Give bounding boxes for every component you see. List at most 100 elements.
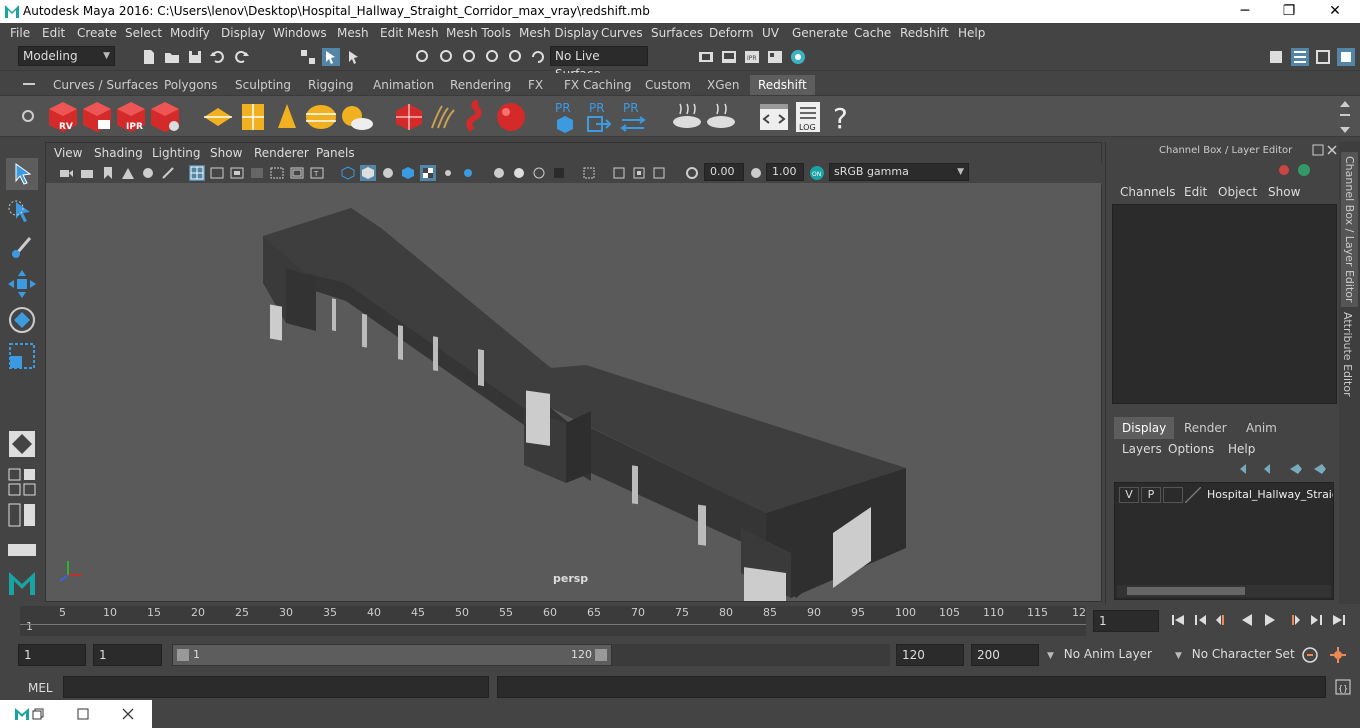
viewport-menu-shading[interactable]: Shading <box>94 146 143 160</box>
globe-icon[interactable] <box>1296 162 1312 178</box>
redshift-batch-render-icon[interactable] <box>80 100 114 134</box>
resolution-gate-icon[interactable] <box>229 165 245 181</box>
shelf-scroll-icon[interactable] <box>1338 98 1352 136</box>
hypershade-icon[interactable] <box>789 48 807 66</box>
snap-surface-icon[interactable] <box>506 48 524 66</box>
menu-edit-mesh[interactable]: Edit Mesh <box>380 26 439 40</box>
snap-curve-icon[interactable] <box>437 48 455 66</box>
tab-custom[interactable]: Custom <box>645 75 691 95</box>
redshift-render-view-icon[interactable]: RV <box>46 100 80 134</box>
smooth-shade-icon[interactable] <box>360 165 376 181</box>
screen-space-ao-icon[interactable] <box>460 165 476 181</box>
gamma-field[interactable]: 1.00 <box>766 163 804 181</box>
tab-animation[interactable]: Animation <box>373 75 434 95</box>
command-input[interactable] <box>63 676 489 698</box>
redshift-render-settings-icon[interactable] <box>148 100 182 134</box>
new-layer-selected-icon[interactable] <box>1312 462 1328 476</box>
layout-toggle-icon[interactable] <box>6 540 38 560</box>
hud-icon[interactable] <box>651 165 667 181</box>
depth-of-field-icon[interactable] <box>531 165 547 181</box>
layer-menu-help[interactable]: Help <box>1228 442 1255 456</box>
show-manipulator-icon[interactable] <box>6 428 38 460</box>
redshift-bake-icon[interactable] <box>670 102 704 132</box>
tab-curves-surfaces[interactable]: Curves / Surfaces <box>53 75 158 95</box>
range-start-handle[interactable] <box>177 649 189 661</box>
go-to-end-icon[interactable] <box>1331 612 1347 628</box>
animation-preferences-icon[interactable] <box>1328 645 1348 665</box>
menu-help[interactable]: Help <box>958 26 985 40</box>
redshift-volume-icon[interactable] <box>464 100 494 134</box>
menu-deform[interactable]: Deform <box>709 26 754 40</box>
gamma-icon[interactable] <box>748 165 764 181</box>
tab-rigging[interactable]: Rigging <box>308 75 353 95</box>
redshift-help-icon[interactable]: ? <box>830 100 854 134</box>
select-by-object-icon[interactable] <box>322 48 340 66</box>
lasso-tool-icon[interactable] <box>6 196 38 228</box>
layer-visibility-toggle[interactable]: V <box>1119 487 1139 503</box>
current-frame-field[interactable]: 1 <box>1093 610 1159 632</box>
attribute-editor-toggle-icon[interactable] <box>1337 48 1355 66</box>
3d-viewport[interactable]: persp <box>46 183 1101 601</box>
redshift-ipr-icon[interactable]: IPR <box>114 100 148 134</box>
menu-edit[interactable]: Edit <box>42 26 65 40</box>
shelf-gear-icon[interactable] <box>20 108 36 124</box>
menu-modify[interactable]: Modify <box>170 26 210 40</box>
script-editor-icon[interactable]: {} <box>1334 678 1352 696</box>
use-all-lights-icon[interactable] <box>420 165 436 181</box>
redshift-ies-light-icon[interactable] <box>272 102 302 132</box>
layer-list-scrollbar[interactable] <box>1117 585 1331 597</box>
anim-layer-dropdown[interactable]: ▼ No Anim Layer <box>1043 644 1163 666</box>
scale-tool-icon[interactable] <box>6 340 38 372</box>
color-space-dropdown[interactable]: sRGB gamma ▼ <box>829 163 969 181</box>
layer-menu-options[interactable]: Options <box>1168 442 1214 456</box>
tab-polygons[interactable]: Polygons <box>164 75 217 95</box>
xray-joints-icon[interactable] <box>611 165 627 181</box>
grease-pencil-icon[interactable] <box>160 165 176 181</box>
step-forward-key-icon[interactable] <box>1285 612 1301 628</box>
snap-view-plane-icon[interactable] <box>483 48 501 66</box>
multisample-aa-icon[interactable] <box>511 165 527 181</box>
tab-sculpting[interactable]: Sculpting <box>235 75 291 95</box>
restore-icon[interactable] <box>32 708 44 720</box>
tab-anim[interactable]: Anim <box>1238 417 1285 439</box>
menu-file[interactable]: File <box>10 26 30 40</box>
channel-box-toggle-icon[interactable] <box>1291 48 1309 66</box>
close-icon[interactable] <box>122 708 134 720</box>
select-by-component-icon[interactable] <box>345 48 363 66</box>
playback-end-field[interactable]: 120 <box>896 644 964 666</box>
live-surface-field[interactable]: No Live Surface <box>550 46 648 81</box>
shadows-icon[interactable] <box>440 165 456 181</box>
open-scene-icon[interactable] <box>163 48 181 66</box>
tab-render[interactable]: Render <box>1176 417 1235 439</box>
redshift-sun-sky-icon[interactable] <box>338 102 374 132</box>
redshift-hair-icon[interactable] <box>428 102 460 132</box>
redshift-log-icon[interactable]: LOG <box>792 100 824 134</box>
tool-settings-toggle-icon[interactable] <box>1314 48 1332 66</box>
step-forward-icon[interactable] <box>1308 612 1324 628</box>
redshift-portal-light-icon[interactable] <box>238 102 268 132</box>
tab-xgen[interactable]: XGen <box>707 75 740 95</box>
side-tab-channel-box[interactable]: Channel Box / Layer Editor <box>1341 152 1358 307</box>
select-tool-icon[interactable] <box>6 158 38 190</box>
channel-box-menu-channels[interactable]: Channels <box>1120 185 1176 199</box>
menu-curves[interactable]: Curves <box>601 26 643 40</box>
mel-label[interactable]: MEL <box>28 681 53 695</box>
channel-box-menu-show[interactable]: Show <box>1268 185 1300 199</box>
viewport-menu-renderer[interactable]: Renderer <box>254 146 309 160</box>
channel-box-menu-object[interactable]: Object <box>1218 185 1257 199</box>
viewport-menu-lighting[interactable]: Lighting <box>152 146 201 160</box>
axis-icon[interactable] <box>1276 162 1292 178</box>
camera-icon[interactable] <box>79 165 95 181</box>
layer-row[interactable]: V P Hospital_Hallway_Straigl <box>1117 487 1333 505</box>
safe-title-icon[interactable]: T <box>309 165 325 181</box>
viewport-menu-panels[interactable]: Panels <box>316 146 355 160</box>
2d-pan-zoom-icon[interactable] <box>140 165 156 181</box>
tab-fx-caching[interactable]: FX Caching <box>564 75 631 95</box>
menu-uv[interactable]: UV <box>762 26 779 40</box>
auto-key-icon[interactable] <box>1300 645 1320 665</box>
tab-rendering[interactable]: Rendering <box>450 75 511 95</box>
new-scene-icon[interactable] <box>140 48 158 66</box>
ipr-render-icon[interactable]: IPR <box>743 48 761 66</box>
layout-four-icon[interactable] <box>6 482 38 498</box>
redshift-sphere-icon[interactable] <box>494 100 528 134</box>
